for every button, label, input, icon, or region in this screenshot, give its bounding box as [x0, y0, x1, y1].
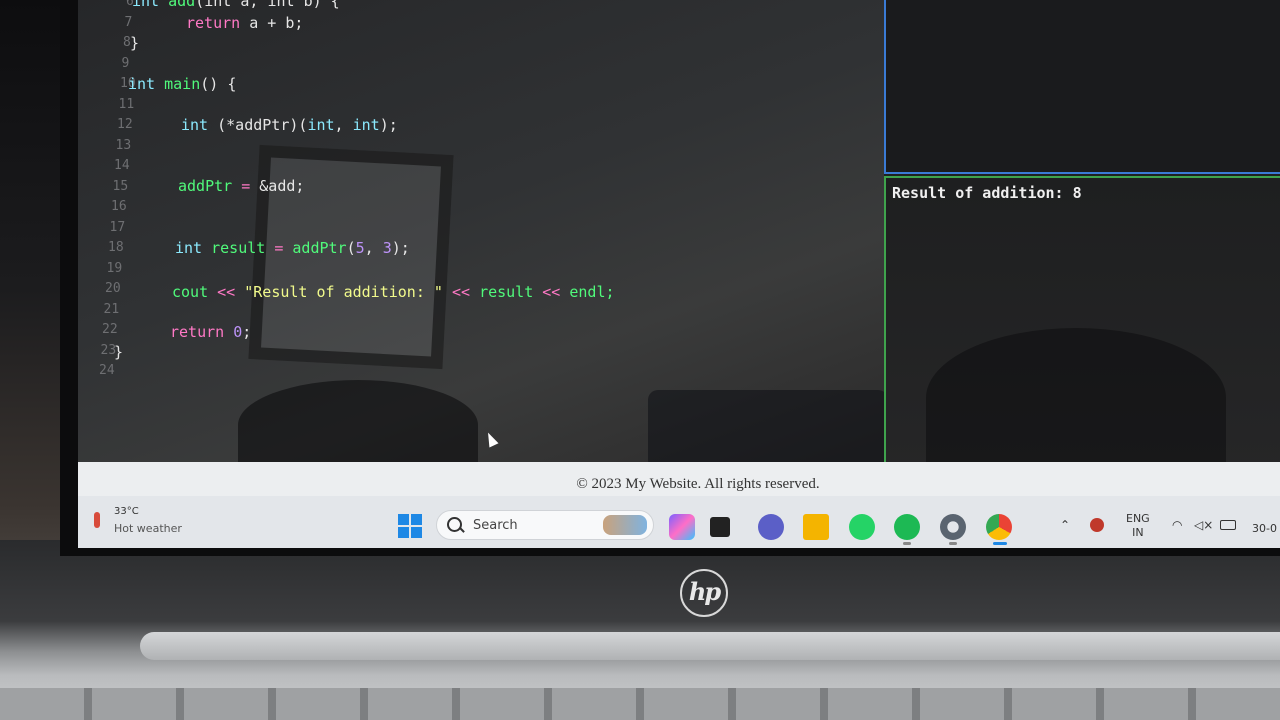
line-number: 20: [105, 281, 121, 296]
preview-pane[interactable]: [884, 0, 1280, 174]
search-icon: [447, 517, 462, 532]
weather-temp: 33°C: [114, 506, 139, 517]
line-number: 18: [108, 240, 124, 255]
wifi-icon[interactable]: ◠: [1172, 518, 1182, 532]
line-number: 24: [99, 363, 115, 378]
code-line[interactable]: cout << "Result of addition: " << result…: [172, 283, 615, 301]
reflection-head: [238, 380, 478, 470]
code-line[interactable]: return a + b;: [186, 14, 303, 32]
line-number: 21: [103, 301, 120, 317]
lang-region: IN: [1132, 526, 1144, 539]
chrome-icon[interactable]: [986, 514, 1012, 540]
code-line[interactable]: addPtr = &add;: [178, 177, 304, 195]
active-indicator: [993, 542, 1007, 545]
line-number: 22: [102, 322, 118, 337]
code-editor[interactable]: 6 7 8 9 10 11 12 13 14 15 16 17 18 19 20 21 22 23 24 int a…: [78, 0, 888, 470]
copyright-text: © 2023 My Website. All rights reserved.: [576, 476, 820, 492]
copilot-icon[interactable]: [669, 514, 695, 540]
whatsapp-icon[interactable]: [849, 514, 875, 540]
code-line[interactable]: return 0;: [170, 323, 251, 341]
line-number: 14: [114, 158, 130, 173]
lang-code: ENG: [1126, 512, 1150, 525]
reflection-object: [648, 390, 888, 470]
running-indicator: [903, 542, 911, 545]
settings-icon[interactable]: [940, 514, 966, 540]
file-explorer-icon[interactable]: [803, 514, 829, 540]
line-number: 15: [112, 178, 129, 194]
teams-icon[interactable]: [758, 514, 784, 540]
language-indicator[interactable]: ENG IN: [1126, 512, 1150, 540]
line-number: 19: [106, 260, 123, 276]
line-number: 16: [111, 199, 127, 214]
mouse-pointer-icon: [483, 430, 499, 448]
line-number: 12: [117, 117, 133, 132]
running-indicator: [949, 542, 957, 545]
antivirus-icon[interactable]: [1090, 518, 1104, 532]
search-highlight-image: [603, 515, 647, 535]
weather-desc: Hot weather: [114, 522, 182, 535]
screen: 6 7 8 9 10 11 12 13 14 15 16 17 18 19 20 21 22 23 24 int a…: [78, 0, 1280, 548]
search-label: Search: [473, 518, 518, 533]
reflection-person: [926, 328, 1226, 468]
code-line[interactable]: }: [114, 343, 123, 361]
code-line[interactable]: int result = addPtr(5, 3);: [175, 239, 410, 257]
code-line[interactable]: int (*addPtr)(int, int);: [181, 116, 398, 134]
taskbar-search[interactable]: Search: [436, 510, 654, 540]
line-number: 9: [121, 55, 130, 71]
keyboard-row: [0, 688, 1280, 720]
code-line[interactable]: }: [130, 34, 139, 52]
output-text: Result of addition: 8: [892, 184, 1082, 202]
task-view-icon[interactable]: [710, 517, 730, 537]
thermometer-icon: [94, 512, 100, 528]
windows-start-icon[interactable]: [398, 514, 422, 538]
page-footer: © 2023 My Website. All rights reserved.: [78, 462, 1280, 496]
windows-taskbar: 33°C Hot weather Search ⌃ ENG IN ◠ ◁× 30…: [78, 496, 1280, 548]
line-number: 17: [109, 219, 126, 235]
laptop-hinge: [140, 632, 1280, 660]
code-line[interactable]: int main() {: [128, 75, 236, 93]
chevron-up-icon[interactable]: ⌃: [1060, 518, 1070, 532]
line-number: 13: [115, 137, 132, 153]
system-tray: ⌃ ENG IN ◠ ◁× 30-0: [1054, 512, 1280, 542]
battery-icon[interactable]: [1220, 520, 1236, 530]
weather-widget[interactable]: 33°C Hot weather: [94, 504, 204, 540]
hp-logo: hp: [680, 569, 728, 617]
line-number: 11: [118, 96, 135, 112]
output-console[interactable]: Result of addition: 8: [884, 176, 1280, 474]
code-line[interactable]: int add(int a, int b) {: [132, 0, 340, 10]
clock[interactable]: 30-0: [1252, 522, 1277, 535]
spotify-icon[interactable]: [894, 514, 920, 540]
line-number: 7: [124, 14, 133, 30]
speaker-muted-icon[interactable]: ◁×: [1194, 518, 1213, 532]
